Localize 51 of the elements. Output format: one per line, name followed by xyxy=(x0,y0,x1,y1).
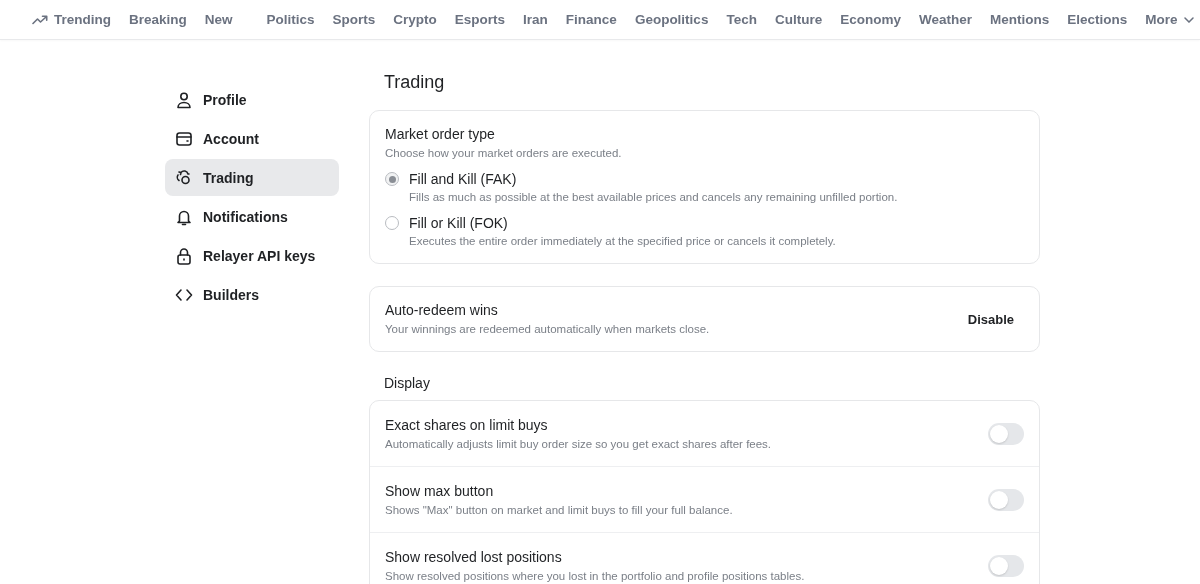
setting-title: Show resolved lost positions xyxy=(385,548,563,566)
category-link[interactable]: Economy xyxy=(840,12,901,27)
page-title: Trading xyxy=(384,71,446,93)
option-label: Fill and Kill (FAK) xyxy=(409,170,518,188)
setting-description: Automatically adjusts limit buy order size so you get exact shares after fees. xyxy=(385,437,772,452)
radio-button[interactable] xyxy=(385,172,399,186)
category-link[interactable]: Politics xyxy=(266,12,315,27)
nav-link[interactable]: New xyxy=(204,12,233,27)
wallet-icon xyxy=(175,129,193,148)
setting-title: Auto-redeem wins xyxy=(385,301,499,319)
person-icon xyxy=(175,90,193,109)
lock-icon xyxy=(175,246,193,265)
category-link[interactable]: Tech xyxy=(726,12,757,27)
category-link[interactable]: Elections xyxy=(1067,12,1128,27)
sidebar-item[interactable]: Relayer API keys xyxy=(165,237,339,274)
category-link[interactable]: Finance xyxy=(565,12,617,27)
category-link[interactable]: Geopolitics xyxy=(634,12,709,27)
setting-title: Market order type xyxy=(385,125,496,143)
category-link[interactable]: Culture xyxy=(774,12,823,27)
sidebar-item[interactable]: Builders xyxy=(165,276,339,313)
toggle-switch[interactable] xyxy=(988,555,1024,577)
option-description: Fills as much as possible at the best available prices and cancels any remaining unfilled portion. xyxy=(409,190,898,205)
category-link[interactable]: Crypto xyxy=(393,12,437,27)
nav-link[interactable]: Trending xyxy=(32,12,111,27)
setting-title: Exact shares on limit buys xyxy=(385,416,549,434)
nav-link[interactable]: Breaking xyxy=(129,12,187,27)
disable-button[interactable]: Disable xyxy=(957,305,1024,333)
category-link[interactable]: Esports xyxy=(454,12,506,27)
setting-description: Your winnings are redeemed automatically when markets close. xyxy=(385,322,710,337)
toggle-switch[interactable] xyxy=(988,423,1024,445)
sidebar-item[interactable]: Account xyxy=(165,120,339,157)
chevron-down-icon xyxy=(1183,16,1194,23)
cycle-icon xyxy=(175,168,193,187)
category-link[interactable]: Weather xyxy=(918,12,972,27)
more-menu[interactable]: More xyxy=(1145,12,1194,27)
setting-description: Choose how your market orders are executed. xyxy=(385,146,623,161)
category-link[interactable]: Sports xyxy=(332,12,376,27)
category-link[interactable]: Iran xyxy=(523,12,548,27)
option-description: Executes the entire order immediately at the specified price or cancels it completely. xyxy=(409,234,836,249)
sidebar-item[interactable]: Trading xyxy=(165,159,339,196)
setting-description: Show resolved positions where you lost in the portfolio and profile positions tables. xyxy=(385,569,805,584)
section-heading: Display xyxy=(384,374,431,392)
setting-description: Shows "Max" button on market and limit buys to fill your full balance. xyxy=(385,503,733,518)
radio-button[interactable] xyxy=(385,216,399,230)
category-link[interactable]: Mentions xyxy=(989,12,1050,27)
sidebar-item[interactable]: Profile xyxy=(165,81,339,118)
option-label: Fill or Kill (FOK) xyxy=(409,214,509,232)
setting-title: Show max button xyxy=(385,482,495,500)
trending-icon xyxy=(32,14,48,25)
toggle-switch[interactable] xyxy=(988,489,1024,511)
sidebar-item[interactable]: Notifications xyxy=(165,198,339,235)
